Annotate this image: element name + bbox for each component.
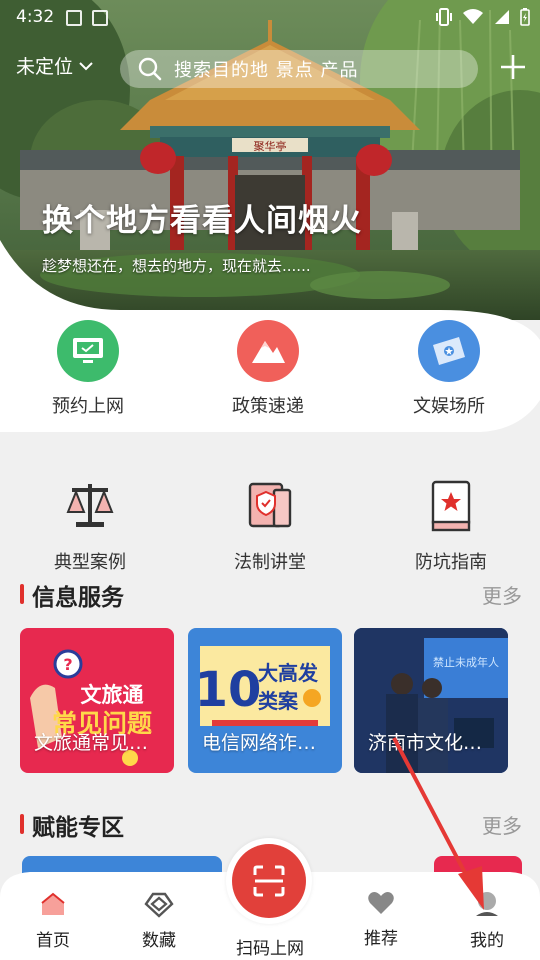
- card-art-text: 10: [195, 662, 262, 718]
- notification-icons: [66, 10, 108, 26]
- nav-collection[interactable]: 数藏: [114, 890, 204, 951]
- quick-link-label: 典型案例: [54, 552, 126, 573]
- status-bar: 4:32: [0, 0, 540, 36]
- scan-icon: [232, 844, 306, 918]
- pavilion-sign: 聚华亭: [254, 139, 287, 153]
- wifi-icon: [463, 9, 483, 24]
- quick-link-policy[interactable]: 政策速递: [203, 320, 333, 418]
- nav-label: 数藏: [142, 931, 176, 951]
- status-time: 4:32: [16, 7, 55, 27]
- info-card[interactable]: 10 大高发 类案 电信网络诈…: [188, 628, 342, 773]
- home-icon: [41, 892, 65, 915]
- shield-book-icon: [248, 482, 292, 528]
- quick-link-entertainment[interactable]: 文娱场所: [384, 320, 514, 418]
- nav-home[interactable]: 首页: [8, 890, 98, 951]
- app-notification-icon: [92, 10, 108, 26]
- scan-button[interactable]: [226, 838, 312, 924]
- section-accent-bar: [20, 814, 24, 834]
- card-art-text: 类案: [258, 689, 299, 713]
- quick-link-label: 文娱场所: [413, 396, 485, 417]
- signal-icon: [495, 10, 509, 24]
- nav-recommend[interactable]: 推荐: [336, 890, 426, 949]
- nav-mine[interactable]: 我的: [442, 890, 532, 951]
- location-selector[interactable]: 未定位: [16, 52, 93, 79]
- card-art-text: 文旅通: [81, 683, 144, 707]
- empower-section-header: 赋能专区 更多: [20, 808, 522, 841]
- quick-link-typical-cases[interactable]: 典型案例: [25, 478, 155, 574]
- search-icon: [138, 57, 162, 81]
- diamond-icon: [144, 892, 174, 918]
- battery-icon: [520, 8, 530, 26]
- info-card[interactable]: ? 文旅通 常见问题 文旅通常见…: [20, 628, 174, 773]
- svg-text:?: ?: [63, 655, 72, 674]
- quick-links-row-2: 典型案例 法制讲堂 防坑指南: [0, 478, 540, 573]
- system-icons: [436, 8, 530, 26]
- search-input[interactable]: 搜索目的地 景点 产品: [120, 50, 478, 88]
- quick-link-label: 政策速递: [232, 396, 304, 417]
- add-icon[interactable]: [498, 52, 528, 82]
- quick-link-label: 防坑指南: [415, 552, 487, 573]
- image-notification-icon: [66, 10, 82, 26]
- quick-link-law-lecture[interactable]: 法制讲堂: [205, 478, 335, 574]
- info-section-header: 信息服务 更多: [20, 578, 522, 611]
- hero-title: 换个地方看看人间烟火: [42, 203, 362, 239]
- card-art-text: 禁止未成年人: [433, 655, 499, 669]
- vibrate-icon: [436, 8, 452, 26]
- heart-icon: [368, 892, 394, 914]
- section-title: 信息服务: [32, 585, 124, 611]
- nav-label: 推荐: [364, 929, 398, 949]
- chevron-down-icon: [79, 61, 93, 70]
- quick-link-anti-scam-guide[interactable]: 防坑指南: [386, 478, 516, 574]
- search-placeholder: 搜索目的地 景点 产品: [174, 60, 359, 81]
- nav-label: 首页: [36, 931, 70, 951]
- scan-label: 扫码上网: [236, 939, 304, 959]
- user-icon: [476, 892, 498, 916]
- info-cards: ? 文旅通 常见问题 文旅通常见… 10 大高发 类案 电信网络诈… 禁止未成年…: [20, 628, 520, 774]
- mountain-icon: [237, 320, 299, 382]
- quick-link-label: 法制讲堂: [234, 552, 306, 573]
- more-link[interactable]: 更多: [482, 580, 522, 609]
- section-accent-bar: [20, 584, 24, 604]
- location-label: 未定位: [16, 56, 74, 78]
- quick-links-row-1: 预约上网 政策速递 文娱场所: [0, 320, 540, 420]
- nav-label: 我的: [470, 931, 504, 951]
- quick-link-book-internet[interactable]: 预约上网: [23, 320, 153, 418]
- scales-icon: [66, 484, 114, 527]
- card-caption: 文旅通常见…: [34, 732, 149, 754]
- card-caption: 济南市文化…: [368, 732, 483, 754]
- info-card[interactable]: 禁止未成年人 济南市文化…: [354, 628, 508, 773]
- card-caption: 电信网络诈…: [202, 732, 317, 754]
- card-art-text: 大高发: [258, 661, 319, 685]
- star-book-icon: [431, 480, 471, 532]
- more-link[interactable]: 更多: [482, 810, 522, 839]
- ticket-icon: [418, 320, 480, 382]
- quick-link-label: 预约上网: [52, 396, 124, 417]
- monitor-icon: [57, 320, 119, 382]
- section-title: 赋能专区: [32, 815, 124, 841]
